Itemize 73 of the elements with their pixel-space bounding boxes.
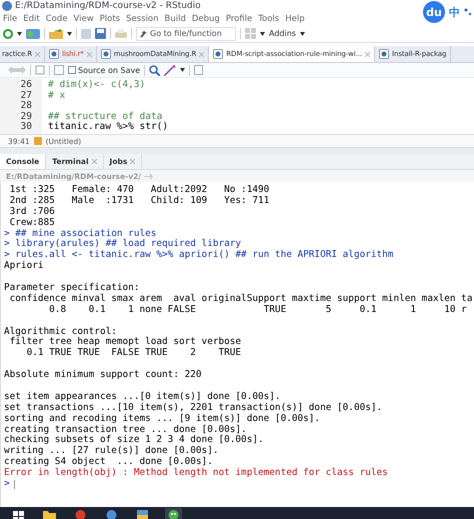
console-line: checking subsets of size 1 2 3 4 done [0.00s]. xyxy=(4,435,264,446)
code-line: # x xyxy=(48,90,66,101)
punctuation-icon[interactable] xyxy=(464,7,472,17)
line-number: 28 xyxy=(20,101,33,112)
code-line: # dim(x)<- c(4,3) xyxy=(48,80,146,90)
show-in-window-icon[interactable] xyxy=(35,65,45,75)
chat-icon[interactable] xyxy=(167,508,180,518)
caret-icon[interactable] xyxy=(180,68,186,72)
console-line: 0.1 TRUE TRUE FALSE TRUE 2 TRUE xyxy=(26,348,242,360)
menu-item[interactable]: Session xyxy=(126,14,159,24)
console-line: Crew:885 xyxy=(8,218,55,228)
menu-item[interactable]: Code xyxy=(46,14,68,24)
caret-icon[interactable] xyxy=(17,32,22,36)
code-line: titanic.raw %>% str() xyxy=(48,122,168,132)
addins-menu[interactable]: Addins xyxy=(269,29,296,38)
caret-icon[interactable] xyxy=(67,32,72,36)
console-line: > ## mine association rules xyxy=(4,228,156,239)
ime-mode[interactable]: 中 xyxy=(449,4,460,20)
line-number: 29 xyxy=(20,112,33,122)
console-line: 3rd :706 xyxy=(8,206,55,218)
menu-item[interactable]: View xyxy=(73,14,94,24)
scope-icon xyxy=(34,137,42,145)
wand-icon[interactable] xyxy=(164,64,176,76)
menu-item[interactable]: Tools xyxy=(258,14,280,24)
menu-item[interactable]: Debug xyxy=(192,14,220,24)
console-line: 2nd :285 Male :1731 Child: 109 Yes: 711 xyxy=(8,196,270,206)
text-cursor xyxy=(14,480,15,489)
ime-logo[interactable]: du xyxy=(423,1,445,23)
save-all-icon[interactable] xyxy=(95,28,106,39)
console-line: filter tree heap memopt load sort verbose xyxy=(10,337,242,348)
line-number: 27 xyxy=(20,90,33,101)
search-icon[interactable] xyxy=(149,64,160,76)
go-to-file-field[interactable]: Go to file/function xyxy=(136,26,236,40)
menu-item[interactable]: Plots xyxy=(100,14,120,24)
console-line: 0.8 0.1 1 none FALSE TRUE 5 0.1 1 10 r xyxy=(48,304,467,316)
console-line: 1st :325 Female: 470 Adult:2092 No :1490 xyxy=(8,185,270,196)
menu-item[interactable]: Edit xyxy=(23,14,40,24)
window-title: E:/RDatamining/RDM-course-v2 - RStudio xyxy=(15,1,201,11)
console-line: set item appearances ...[0 item(s)] done [0.00s]. xyxy=(4,392,281,402)
menu-item[interactable]: File xyxy=(3,14,18,24)
menu-item[interactable]: Build xyxy=(164,14,186,24)
console-line: Error in length(obj) : Method length not implemented for class rules xyxy=(4,468,388,480)
go-to-icon xyxy=(140,30,147,38)
line-number: 26 xyxy=(20,80,33,90)
source-on-save-checkbox[interactable] xyxy=(68,66,76,74)
line-number: 30 xyxy=(20,122,33,132)
console-line: set transactions ...[10 item(s), 2201 transaction(s)] done [0.00s]. xyxy=(4,402,382,414)
console-line: Apriori xyxy=(4,261,44,272)
caret-icon[interactable] xyxy=(300,32,305,36)
console-line: writing ... [27 rule(s)] done [0.00s]. xyxy=(4,446,218,456)
menu-item[interactable]: Profile xyxy=(226,14,252,24)
new-file-icon[interactable] xyxy=(3,28,13,38)
save-icon[interactable] xyxy=(54,65,64,75)
console-line: confidence minval smax arem aval originalSupport maxtime support minlen maxlen ta xyxy=(8,294,472,305)
file-manager-icon[interactable] xyxy=(136,508,149,518)
console-line: > library(arules) ## load required library xyxy=(4,239,242,250)
console-line: Parameter specification: xyxy=(4,283,140,294)
console-line: > rules.all <- titanic.raw %>% apriori() ## run the APRIORI algorithm xyxy=(4,250,394,260)
page-icon[interactable] xyxy=(194,65,204,75)
source-on-save-label[interactable]: Source on Save xyxy=(78,66,140,74)
console-line: creating transaction tree ... done [0.00s]. xyxy=(4,424,247,435)
round-app-icon[interactable] xyxy=(74,508,87,518)
console-line: Algorithmic control: xyxy=(4,326,117,337)
menu-item[interactable]: Help xyxy=(285,14,305,24)
console-prompt[interactable]: > xyxy=(4,479,10,490)
caret-icon[interactable] xyxy=(260,32,265,36)
code-line: ## structure of data xyxy=(48,112,162,122)
close-icon[interactable] xyxy=(365,52,370,56)
app-icon xyxy=(2,1,12,11)
console-line: sorting and recoding items ... [9 item(s)] done [0.00s]. xyxy=(4,414,320,424)
console-line: creating S4 object ... done [0.00s]. xyxy=(4,457,213,468)
round-app-icon[interactable] xyxy=(105,508,118,518)
console-line: Absolute minimum support count: 220 xyxy=(4,370,202,382)
